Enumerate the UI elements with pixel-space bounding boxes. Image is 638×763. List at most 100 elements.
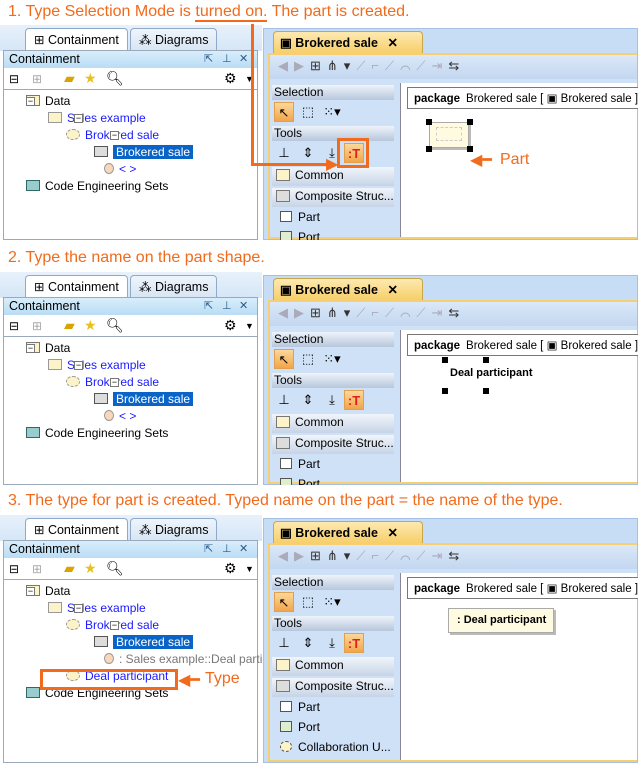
part-shape[interactable] xyxy=(429,122,469,148)
close-icon[interactable]: ✕ xyxy=(239,299,248,312)
tree-item[interactable]: − Brokered sale xyxy=(66,374,159,391)
containment-icon[interactable]: ⊞ xyxy=(310,548,327,563)
layout-icon[interactable]: ⋔▾ xyxy=(327,305,356,320)
close-icon[interactable]: ✕ xyxy=(239,542,248,555)
tree-item[interactable]: < > xyxy=(104,161,136,178)
pointer-icon[interactable]: ↖ xyxy=(274,349,294,369)
chevron-down-icon[interactable]: ▼ xyxy=(245,321,254,331)
tab-diagrams[interactable]: ⁂ Diagrams xyxy=(130,28,218,51)
star-icon[interactable]: ★ xyxy=(84,560,97,577)
palette-group-selection[interactable]: Selection xyxy=(272,332,394,347)
part-name-editor[interactable]: Deal participant xyxy=(450,367,533,379)
tab-diagrams[interactable]: ⁂ Diagrams xyxy=(130,518,218,541)
tree-item[interactable]: Code Engineering Sets xyxy=(26,425,168,442)
tree-item[interactable]: : Sales example::Deal particip xyxy=(104,651,278,668)
open-folder-icon[interactable]: ▰ xyxy=(64,70,75,87)
collapse-toggle[interactable]: − xyxy=(74,114,83,123)
gear-icon[interactable]: ⚙ xyxy=(224,317,237,334)
diagram-canvas[interactable]: package Brokered sale [ ▣ Brokered sale ]… xyxy=(400,573,638,760)
resize-handle[interactable] xyxy=(467,119,473,125)
insert-space-icon[interactable]: ⤓ xyxy=(322,390,342,410)
containment-icon[interactable]: ⊞ xyxy=(310,58,327,73)
tree-item[interactable]: < > xyxy=(104,408,136,425)
collapse-all-icon[interactable]: ⊟ xyxy=(9,319,19,333)
float-icon[interactable]: ⇱ xyxy=(204,52,213,65)
tree-item[interactable]: − Sales example xyxy=(48,110,146,127)
tab-diagrams[interactable]: ⁂ Diagrams xyxy=(130,275,218,298)
stamp-icon[interactable]: ⊥ xyxy=(274,143,294,163)
close-tab-icon[interactable]: ✕ xyxy=(387,36,397,50)
stamp-icon[interactable]: ⊥ xyxy=(274,633,294,653)
palette-item-port[interactable]: Port xyxy=(272,717,394,737)
resize-handle[interactable] xyxy=(442,357,448,363)
palette-group-tools[interactable]: Tools xyxy=(272,373,394,388)
palette-group-selection[interactable]: Selection xyxy=(272,85,394,100)
collapse-toggle[interactable]: − xyxy=(26,97,35,106)
float-icon[interactable]: ⇱ xyxy=(204,542,213,555)
expand-all-icon[interactable]: ⊞ xyxy=(32,319,42,333)
forward-icon[interactable]: ▶ xyxy=(294,548,310,563)
resize-handle[interactable] xyxy=(483,388,489,394)
resize-handle[interactable] xyxy=(426,119,432,125)
palette-item-port[interactable]: Port xyxy=(272,227,394,240)
open-folder-icon[interactable]: ▰ xyxy=(64,560,75,577)
expand-all-icon[interactable]: ⊞ xyxy=(32,562,42,576)
split-icon[interactable]: ⇕ xyxy=(298,143,318,163)
back-icon[interactable]: ◀ xyxy=(278,58,294,73)
collapse-toggle[interactable]: − xyxy=(74,604,83,613)
palette-group-composite-structure[interactable]: Composite Struc... xyxy=(272,188,394,207)
tab-brokered-sale[interactable]: ▣ Brokered sale ✕ xyxy=(273,521,423,543)
palette-group-common[interactable]: Common xyxy=(272,414,394,433)
star-icon[interactable]: ★ xyxy=(84,70,97,87)
back-icon[interactable]: ◀ xyxy=(278,305,294,320)
collapse-toggle[interactable]: − xyxy=(110,131,119,140)
palette-item-part[interactable]: Part xyxy=(272,697,394,717)
path-icon[interactable]: ⟋⌐⟋⌒⟋⇥ xyxy=(356,305,448,320)
chevron-down-icon[interactable]: ▼ xyxy=(245,564,254,574)
tree-item[interactable]: Code Engineering Sets xyxy=(26,178,168,195)
tree-item[interactable]: Brokered sale xyxy=(94,391,194,408)
select-in-symbol-icon[interactable]: ⁙▾ xyxy=(322,349,342,369)
palette-group-selection[interactable]: Selection xyxy=(272,575,394,590)
resize-handle[interactable] xyxy=(483,357,489,363)
select-in-symbol-icon[interactable]: ⁙▾ xyxy=(322,102,342,122)
palette-item-collaboration-use[interactable]: Collaboration U... xyxy=(272,737,394,757)
palette-item-part[interactable]: Part xyxy=(272,454,394,474)
close-tab-icon[interactable]: ✕ xyxy=(387,526,397,540)
split-icon[interactable]: ⇕ xyxy=(298,390,318,410)
tree-item[interactable]: Brokered sale xyxy=(94,634,194,651)
symbol-icon[interactable]: ⇆ xyxy=(448,548,465,563)
tree-item[interactable]: − Data xyxy=(26,93,70,110)
marquee-select-icon[interactable]: ⬚ xyxy=(298,592,318,612)
insert-space-icon[interactable]: ⤓ xyxy=(322,633,342,653)
resize-handle[interactable] xyxy=(442,388,448,394)
float-icon[interactable]: ⇱ xyxy=(204,299,213,312)
close-tab-icon[interactable]: ✕ xyxy=(387,283,397,297)
symbol-icon[interactable]: ⇆ xyxy=(448,58,465,73)
stamp-icon[interactable]: ⊥ xyxy=(274,390,294,410)
path-icon[interactable]: ⟋⌐⟋⌒⟋⇥ xyxy=(356,548,448,563)
tree-item[interactable]: − Brokered sale xyxy=(66,127,159,144)
layout-icon[interactable]: ⋔▾ xyxy=(327,58,356,73)
type-selection-mode-icon[interactable]: :T xyxy=(344,633,364,653)
type-selection-mode-icon[interactable]: :T xyxy=(344,390,364,410)
palette-group-tools[interactable]: Tools xyxy=(272,126,394,141)
resize-handle[interactable] xyxy=(426,146,432,152)
palette-group-composite-structure[interactable]: Composite Struc... xyxy=(272,435,394,454)
collapse-all-icon[interactable]: ⊟ xyxy=(9,562,19,576)
tab-containment[interactable]: ⊞ Containment xyxy=(25,28,128,51)
split-icon[interactable]: ⇕ xyxy=(298,633,318,653)
palette-group-composite-structure[interactable]: Composite Struc... xyxy=(272,678,394,697)
tab-containment[interactable]: ⊞ Containment xyxy=(25,275,128,298)
tree-item[interactable]: − Brokered sale xyxy=(66,617,159,634)
collapse-all-icon[interactable]: ⊟ xyxy=(9,72,19,86)
collapse-toggle[interactable]: − xyxy=(74,361,83,370)
tab-brokered-sale[interactable]: ▣ Brokered sale ✕ xyxy=(273,278,423,300)
pin-icon[interactable]: ⊥ xyxy=(222,299,232,312)
containment-icon[interactable]: ⊞ xyxy=(310,305,327,320)
part-shape[interactable]: : Deal participant xyxy=(448,608,554,633)
pin-icon[interactable]: ⊥ xyxy=(222,52,232,65)
symbol-icon[interactable]: ⇆ xyxy=(448,305,465,320)
layout-icon[interactable]: ⋔▾ xyxy=(327,548,356,563)
tree-item[interactable]: − Sales example xyxy=(48,357,146,374)
